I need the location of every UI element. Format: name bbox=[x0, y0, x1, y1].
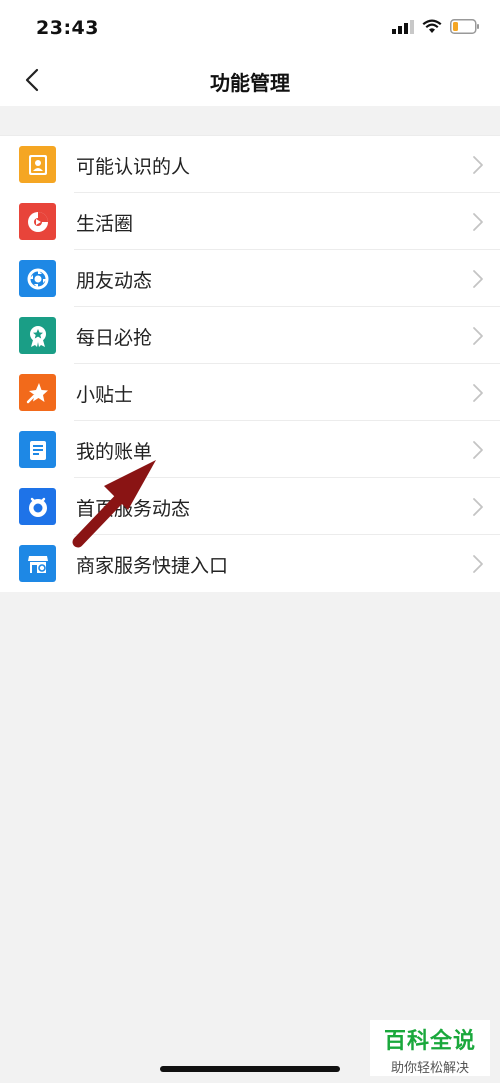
status-bar: 23:43 bbox=[0, 0, 500, 56]
list-item-label: 朋友动态 bbox=[76, 270, 153, 292]
list-item-tips[interactable]: 小贴士 bbox=[0, 364, 500, 421]
service-dynamic-icon bbox=[19, 488, 56, 525]
circle-life-icon bbox=[19, 203, 56, 240]
chevron-right-icon bbox=[472, 440, 484, 460]
chevron-right-icon bbox=[472, 212, 484, 232]
list-item-label: 生活圈 bbox=[76, 213, 134, 235]
section-gap bbox=[0, 106, 500, 135]
chevron-right-icon bbox=[472, 497, 484, 517]
contacts-icon bbox=[19, 146, 56, 183]
friends-dynamic-icon bbox=[19, 260, 56, 297]
battery-icon bbox=[450, 19, 480, 38]
signal-icon bbox=[392, 19, 414, 38]
chevron-right-icon bbox=[472, 326, 484, 346]
list-item-label: 小贴士 bbox=[76, 384, 134, 406]
tips-star-icon bbox=[19, 374, 56, 411]
watermark-subtitle: 助你轻松解决 bbox=[390, 1061, 469, 1076]
status-time: 23:43 bbox=[36, 17, 99, 39]
chevron-right-icon bbox=[472, 383, 484, 403]
watermark-title: 百科全说 bbox=[383, 1029, 476, 1054]
bill-icon bbox=[19, 431, 56, 468]
list-item-life-circle[interactable]: 生活圈 bbox=[0, 193, 500, 250]
chevron-right-icon bbox=[472, 554, 484, 574]
merchant-store-icon bbox=[19, 545, 56, 582]
daily-badge-icon bbox=[19, 317, 56, 354]
chevron-right-icon bbox=[472, 269, 484, 289]
wifi-icon bbox=[422, 19, 442, 38]
pointer-arrow-icon bbox=[60, 450, 180, 560]
chevron-right-icon bbox=[472, 155, 484, 175]
status-icons bbox=[392, 19, 480, 38]
nav-bar: 功能管理 bbox=[0, 56, 500, 106]
watermark-logo: 百科全说 助你轻松解决 bbox=[370, 1020, 490, 1076]
page-title: 功能管理 bbox=[210, 71, 290, 95]
list-item-contacts[interactable]: 可能认识的人 bbox=[0, 136, 500, 193]
home-indicator bbox=[160, 1066, 340, 1072]
list-item-label: 可能认识的人 bbox=[76, 156, 191, 178]
list-item-daily-deals[interactable]: 每日必抢 bbox=[0, 307, 500, 364]
list-item-friends-dynamic[interactable]: 朋友动态 bbox=[0, 250, 500, 307]
list-item-label: 每日必抢 bbox=[76, 327, 153, 349]
